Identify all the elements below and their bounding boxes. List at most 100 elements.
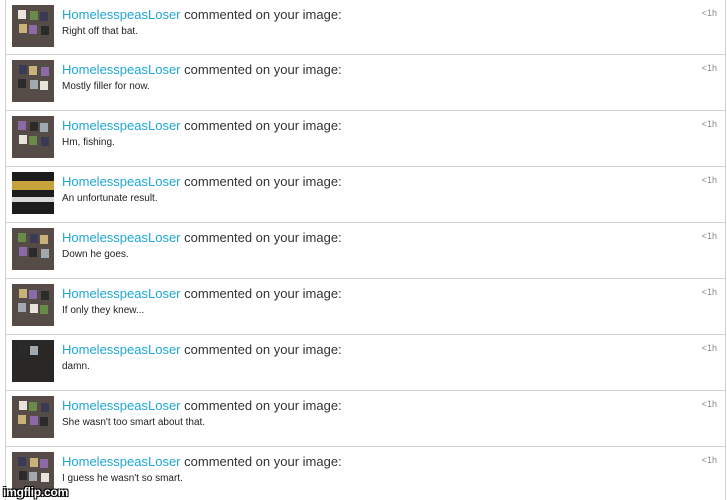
notification-headline: HomelesspeasLoser commented on your imag…	[62, 118, 342, 133]
thumbnail-tile	[30, 458, 38, 467]
thumbnail-tile	[41, 26, 49, 35]
timestamp: <1h	[701, 399, 717, 409]
image-thumbnail[interactable]	[12, 340, 54, 382]
thumbnail-tile	[18, 233, 26, 242]
notification-headline: HomelesspeasLoser commented on your imag…	[62, 286, 342, 301]
action-text: commented on your image:	[184, 342, 342, 357]
thumbnail-tile	[29, 25, 37, 34]
action-text: commented on your image:	[184, 62, 342, 77]
thumbnail-tile	[18, 121, 26, 130]
image-thumbnail[interactable]	[12, 172, 54, 214]
notification-item[interactable]: HomelesspeasLoser commented on your imag…	[6, 55, 725, 111]
thumbnail-tile	[18, 10, 26, 19]
thumbnail-tile	[19, 471, 27, 480]
username-link[interactable]: HomelesspeasLoser	[62, 454, 181, 469]
comment-text: An unfortunate result.	[62, 193, 158, 204]
username-link[interactable]: HomelesspeasLoser	[62, 118, 181, 133]
thumbnail-tile	[19, 24, 27, 33]
thumbnail-tile	[40, 12, 48, 21]
username-link[interactable]: HomelesspeasLoser	[62, 7, 181, 22]
action-text: commented on your image:	[184, 7, 342, 22]
notification-item[interactable]: HomelesspeasLoser commented on your imag…	[6, 111, 725, 167]
thumbnail-tile	[41, 249, 49, 258]
notification-item[interactable]: HomelesspeasLoser commented on your imag…	[6, 335, 725, 391]
notification-headline: HomelesspeasLoser commented on your imag…	[62, 230, 342, 245]
action-text: commented on your image:	[184, 398, 342, 413]
imgflip-watermark: imgflip.com	[3, 485, 69, 499]
notification-headline: HomelesspeasLoser commented on your imag…	[62, 398, 342, 413]
image-thumbnail[interactable]	[12, 284, 54, 326]
notification-headline: HomelesspeasLoser commented on your imag…	[62, 7, 342, 22]
thumbnail-tile	[40, 81, 48, 90]
username-link[interactable]: HomelesspeasLoser	[62, 174, 181, 189]
username-link[interactable]: HomelesspeasLoser	[62, 342, 181, 357]
thumbnail-caption-bar	[12, 197, 54, 202]
comment-text: damn.	[62, 361, 90, 372]
thumbnail-tile	[41, 291, 49, 300]
thumbnail-tile	[29, 472, 37, 481]
notification-headline: HomelesspeasLoser commented on your imag…	[62, 342, 342, 357]
username-link[interactable]: HomelesspeasLoser	[62, 398, 181, 413]
thumbnail-tile	[18, 303, 26, 312]
thumbnail-tile	[40, 459, 48, 468]
thumbnail-tile	[29, 402, 37, 411]
image-thumbnail[interactable]	[12, 396, 54, 438]
notification-item[interactable]: HomelesspeasLoser commented on your imag…	[6, 167, 725, 223]
comment-text: I guess he wasn't so smart.	[62, 473, 183, 484]
timestamp: <1h	[701, 455, 717, 465]
thumbnail-tile	[30, 346, 38, 355]
thumbnail-tile	[40, 305, 48, 314]
notification-item[interactable]: HomelesspeasLoser commented on your imag…	[6, 0, 725, 55]
thumbnail-tile	[30, 80, 38, 89]
thumbnail-tile	[19, 401, 27, 410]
thumbnail-tile	[30, 122, 38, 131]
timestamp: <1h	[701, 119, 717, 129]
username-link[interactable]: HomelesspeasLoser	[62, 62, 181, 77]
notification-list: HomelesspeasLoser commented on your imag…	[5, 0, 726, 500]
thumbnail-tile	[41, 67, 49, 76]
timestamp: <1h	[701, 175, 717, 185]
thumbnail-tile	[41, 137, 49, 146]
username-link[interactable]: HomelesspeasLoser	[62, 286, 181, 301]
notification-headline: HomelesspeasLoser commented on your imag…	[62, 62, 342, 77]
thumbnail-tile	[41, 403, 49, 412]
thumbnail-tile	[30, 11, 38, 20]
action-text: commented on your image:	[184, 454, 342, 469]
comment-text: Hm, fishing.	[62, 137, 115, 148]
thumbnail-tile	[30, 304, 38, 313]
timestamp: <1h	[701, 343, 717, 353]
notification-item[interactable]: HomelesspeasLoser commented on your imag…	[6, 391, 725, 447]
thumbnail-tile	[19, 135, 27, 144]
image-thumbnail[interactable]	[12, 60, 54, 102]
thumbnail-tile	[19, 247, 27, 256]
thumbnail-tile	[29, 290, 37, 299]
thumbnail-tile	[18, 79, 26, 88]
thumbnail-tile	[19, 289, 27, 298]
comment-text: She wasn't too smart about that.	[62, 417, 206, 428]
timestamp: <1h	[701, 63, 717, 73]
image-thumbnail[interactable]	[12, 5, 54, 47]
thumbnail-tile	[29, 248, 37, 257]
image-thumbnail[interactable]	[12, 116, 54, 158]
notification-headline: HomelesspeasLoser commented on your imag…	[62, 174, 342, 189]
thumbnail-tile	[41, 473, 49, 482]
thumbnail-tile	[18, 415, 26, 424]
notification-item[interactable]: HomelesspeasLoser commented on your imag…	[6, 223, 725, 279]
comment-text: Mostly filler for now.	[62, 81, 150, 92]
action-text: commented on your image:	[184, 174, 342, 189]
thumbnail-tile	[40, 123, 48, 132]
thumbnail-banner-bar	[12, 181, 54, 190]
notification-item[interactable]: HomelesspeasLoser commented on your imag…	[6, 447, 725, 500]
timestamp: <1h	[701, 231, 717, 241]
thumbnail-tile	[19, 65, 27, 74]
timestamp: <1h	[701, 287, 717, 297]
thumbnail-tile	[30, 416, 38, 425]
thumbnail-tile	[40, 235, 48, 244]
thumbnail-tile	[18, 457, 26, 466]
notification-item[interactable]: HomelesspeasLoser commented on your imag…	[6, 279, 725, 335]
image-thumbnail[interactable]	[12, 228, 54, 270]
thumbnail-tile	[30, 234, 38, 243]
timestamp: <1h	[701, 8, 717, 18]
action-text: commented on your image:	[184, 230, 342, 245]
username-link[interactable]: HomelesspeasLoser	[62, 230, 181, 245]
